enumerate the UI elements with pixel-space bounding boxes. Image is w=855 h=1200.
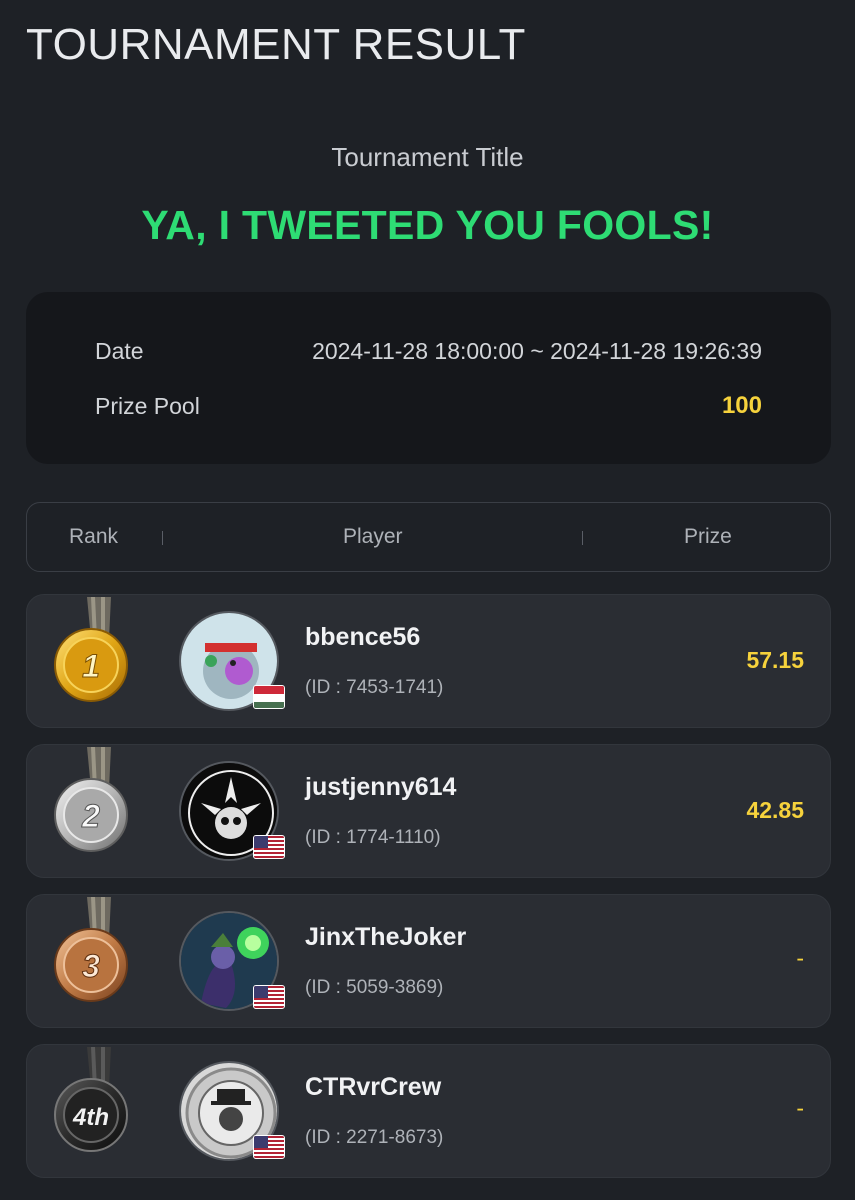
usa-flag-icon	[253, 835, 285, 859]
player-avatar[interactable]	[179, 911, 285, 1013]
page-title: TOURNAMENT RESULT	[26, 20, 526, 69]
player-id: (ID : 5059-3869)	[305, 977, 444, 998]
table-row[interactable]: 3 JinxTheJoker (ID: 5059-3869) -	[26, 894, 831, 1028]
column-divider	[582, 531, 583, 545]
bronze-medal-icon: 3	[54, 897, 128, 1002]
player-prize: 57.15	[746, 647, 804, 673]
column-header-prize: Prize	[684, 525, 732, 548]
table-row[interactable]: 1 bbence56 (ID: 7453-1741) 57.15	[26, 594, 831, 728]
gold-medal-icon: 1	[54, 597, 128, 702]
usa-flag-icon	[253, 1135, 285, 1159]
table-row[interactable]: 4th CTRvrCrew (ID: 2271-8673) -	[26, 1044, 831, 1178]
date-value: 2024-11-28 18:00:00 ~ 2024-11-28 19:26:3…	[312, 338, 762, 364]
tournament-name: YA, I TWEETED YOU FOOLS!	[141, 202, 714, 248]
tournament-info-card: Date 2024-11-28 18:00:00 ~ 2024-11-28 19…	[26, 292, 831, 464]
prize-pool-value: 100	[721, 392, 762, 419]
table-row[interactable]: 2 justjenny614 (ID: 1774-1110) 42.85	[26, 744, 831, 878]
medal-rank-text: 1	[82, 648, 100, 684]
player-prize: -	[796, 1095, 804, 1121]
player-avatar[interactable]	[179, 611, 285, 713]
silver-medal-icon: 2	[54, 747, 128, 852]
player-id: (ID : 2271-8673)	[305, 1127, 444, 1148]
player-prize: 42.85	[746, 797, 804, 823]
column-header-rank: Rank	[69, 525, 119, 548]
player-avatar[interactable]	[179, 1061, 285, 1163]
player-id: (ID : 7453-1741)	[305, 677, 444, 698]
player-avatar[interactable]	[179, 761, 285, 863]
column-header-player: Player	[343, 525, 403, 548]
column-divider	[162, 531, 163, 545]
date-row: Date 2024-11-28 18:00:00 ~ 2024-11-28 19…	[95, 338, 762, 365]
tournament-result-page: TOURNAMENT RESULT Tournament Title YA, I…	[0, 0, 855, 1200]
black-medal-icon: 4th	[54, 1047, 128, 1152]
medal-rank-text: 4th	[72, 1104, 109, 1131]
player-name: bbence56	[305, 623, 421, 651]
player-prize: -	[796, 945, 804, 971]
player-id: (ID : 1774-1110)	[305, 827, 441, 848]
usa-flag-icon	[253, 985, 285, 1009]
player-name: CTRvrCrew	[305, 1073, 442, 1101]
player-name: JinxTheJoker	[305, 923, 467, 951]
medal-rank-text: 3	[82, 948, 100, 984]
player-name: justjenny614	[305, 773, 457, 801]
date-label: Date	[95, 338, 144, 364]
medal-rank-text: 2	[81, 798, 100, 834]
tournament-title-label: Tournament Title	[331, 142, 524, 172]
prize-pool-label: Prize Pool	[95, 392, 200, 419]
results-table-header: Rank Player Prize	[26, 502, 831, 572]
prize-pool-row: Prize Pool 100	[95, 392, 762, 420]
hungary-flag-icon	[253, 685, 285, 709]
